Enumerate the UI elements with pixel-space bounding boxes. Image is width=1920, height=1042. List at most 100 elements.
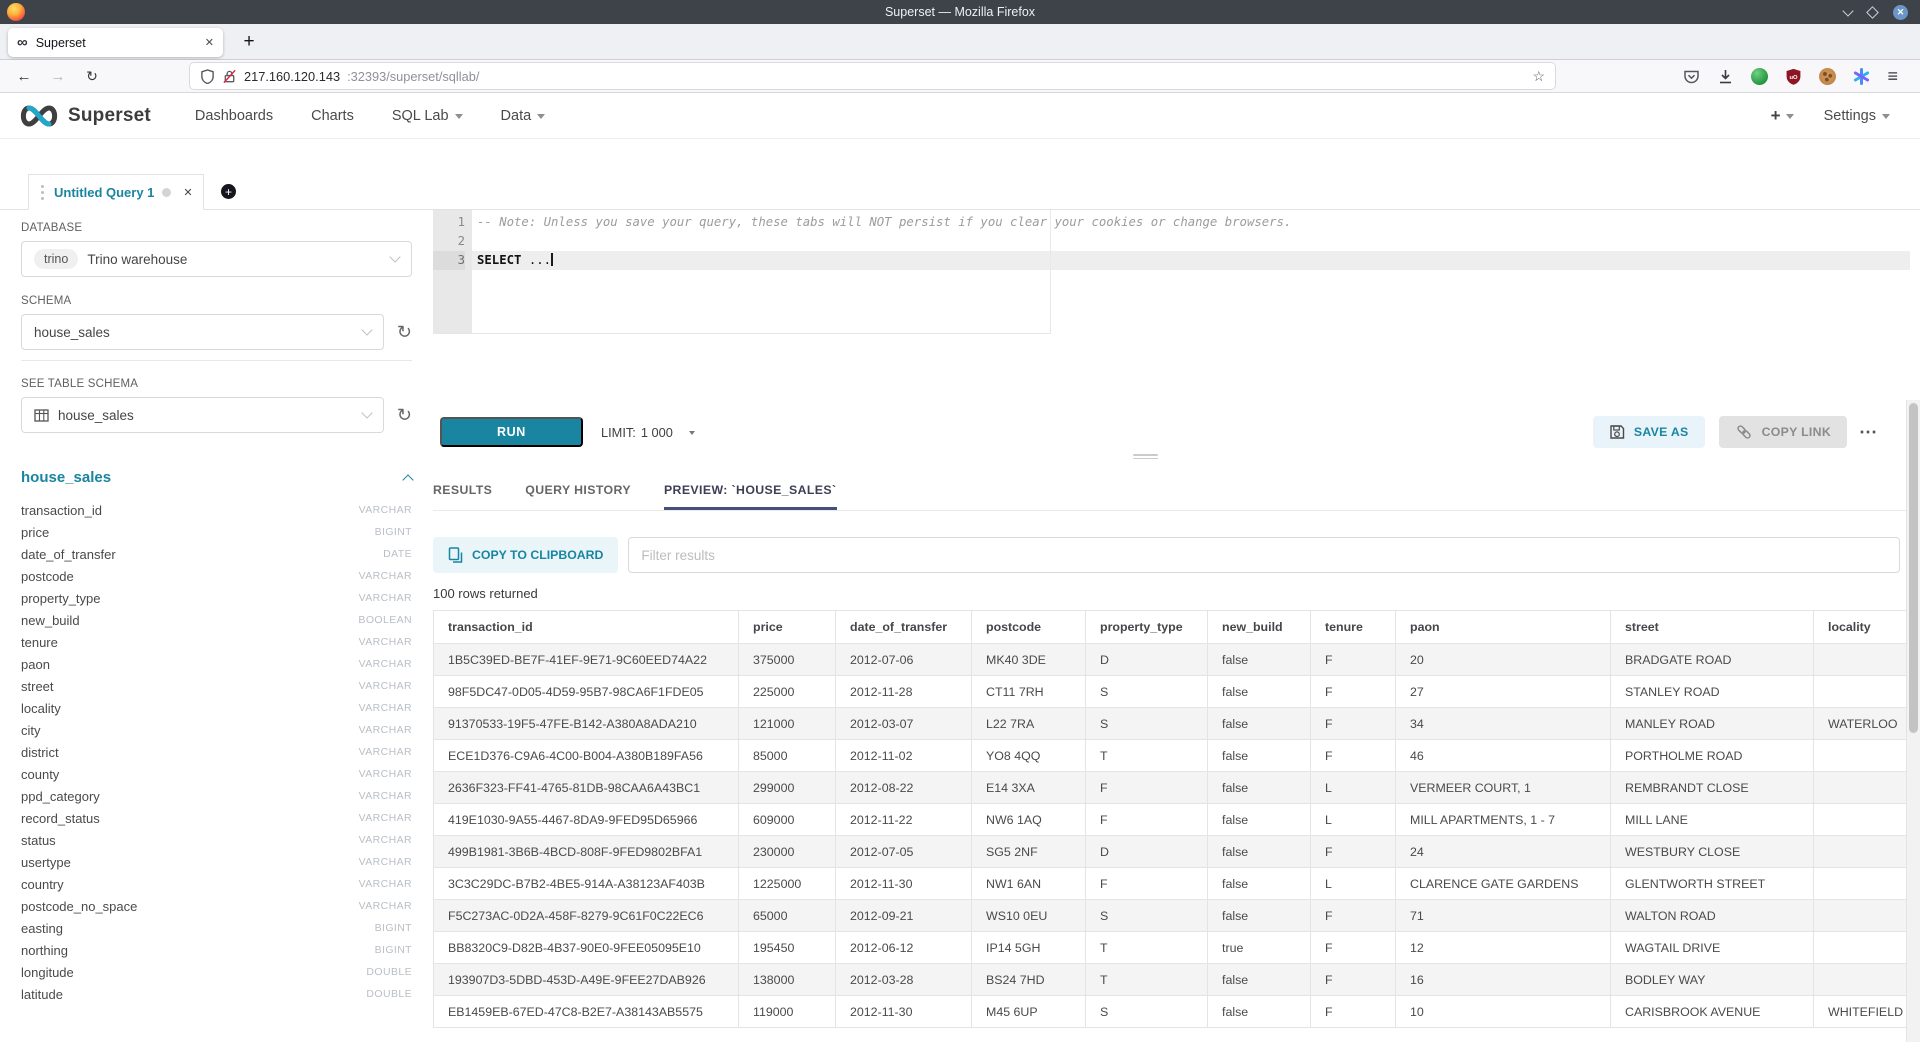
cookie-icon[interactable] [1819, 68, 1836, 85]
query-tab-close-icon[interactable]: ✕ [183, 186, 192, 199]
table-schema-value: house_sales [58, 408, 134, 423]
table-cell: false [1208, 836, 1311, 868]
tab-close-icon[interactable]: ✕ [205, 36, 214, 49]
close-window-icon[interactable]: ✕ [1893, 5, 1908, 20]
editor-code[interactable]: -- Note: Unless you save your query, the… [472, 210, 1910, 333]
filter-results-input[interactable] [628, 537, 1900, 573]
column-header-new_build[interactable]: new_build [1208, 611, 1311, 644]
nav-item-label: SQL Lab [392, 108, 449, 124]
maximize-icon[interactable] [1866, 6, 1879, 19]
bookmark-star-icon[interactable]: ☆ [1532, 68, 1545, 85]
run-button[interactable]: RUN [440, 417, 583, 447]
sql-editor[interactable]: 123 -- Note: Unless you save your query,… [433, 210, 1910, 333]
caret-down-icon [537, 114, 545, 119]
drag-handle-icon[interactable] [41, 191, 44, 194]
column-name: locality [21, 701, 61, 716]
table-cell: 2012-07-06 [836, 644, 972, 676]
table-cell: false [1208, 740, 1311, 772]
extension-green-icon[interactable] [1751, 68, 1768, 85]
column-header-transaction_id[interactable]: transaction_id [434, 611, 739, 644]
table-cell: 193907D3-5DBD-453D-A49E-9FEE27DAB926 [434, 964, 739, 996]
collapse-chevron-icon[interactable] [402, 474, 413, 485]
nav-item-dashboards[interactable]: Dashboards [195, 108, 273, 124]
nav-item-data[interactable]: Data [501, 108, 546, 124]
forward-icon: → [46, 60, 70, 92]
gutter-line-number: 2 [433, 232, 465, 251]
column-header-street[interactable]: street [1611, 611, 1814, 644]
table-cell: false [1208, 708, 1311, 740]
hamburger-menu-icon[interactable]: ≡ [1887, 66, 1898, 87]
table-cell: IP14 5GH [972, 932, 1086, 964]
copy-link-button[interactable]: COPY LINK [1719, 416, 1847, 448]
shield-icon[interactable] [200, 69, 215, 84]
scrollbar-thumb[interactable] [1909, 403, 1918, 733]
column-list-item: tenureVARCHAR [21, 631, 412, 653]
browser-tab[interactable]: ∞ Superset ✕ [8, 28, 223, 57]
extension-burst-icon[interactable] [1853, 68, 1870, 85]
save-as-label: SAVE AS [1634, 425, 1689, 439]
column-header-postcode[interactable]: postcode [972, 611, 1086, 644]
results-tab-query-history[interactable]: QUERY HISTORY [525, 466, 631, 510]
column-header-paon[interactable]: paon [1396, 611, 1611, 644]
column-header-property_type[interactable]: property_type [1086, 611, 1208, 644]
column-header-tenure[interactable]: tenure [1311, 611, 1396, 644]
vertical-scrollbar[interactable] [1906, 400, 1920, 1042]
table-cell: M45 6UP [972, 996, 1086, 1028]
download-icon[interactable] [1717, 68, 1734, 85]
pane-splitter-handle[interactable] [1133, 452, 1158, 461]
table-cell: MILL LANE [1611, 804, 1814, 836]
refresh-schema-icon[interactable]: ↻ [397, 323, 412, 341]
superset-favicon-icon: ∞ [17, 35, 28, 50]
schema-select[interactable]: house_sales [21, 314, 384, 350]
row-count-text: 100 rows returned [433, 586, 1906, 601]
column-header-locality[interactable]: locality [1814, 611, 1907, 644]
add-new-button[interactable]: + [1771, 106, 1794, 126]
table-cell: 85000 [739, 740, 836, 772]
table-schema-select[interactable]: house_sales [21, 397, 384, 433]
table-row: EB1459EB-67ED-47C8-B2E7-A38143AB55751190… [434, 996, 1907, 1028]
chevron-down-icon [361, 324, 372, 335]
query-tab[interactable]: Untitled Query 1 ✕ [28, 174, 204, 210]
pocket-icon[interactable] [1683, 68, 1700, 85]
window-titlebar: Superset — Mozilla Firefox ✕ [0, 0, 1920, 24]
database-select[interactable]: trino Trino warehouse [21, 241, 412, 277]
column-type: VARCHAR [359, 768, 412, 780]
more-options-icon[interactable]: ⋯ [1859, 422, 1878, 443]
column-name: longitude [21, 965, 74, 980]
limit-dropdown[interactable]: LIMIT: 1 000 [601, 425, 695, 440]
table-cell: 2012-06-12 [836, 932, 972, 964]
insecure-lock-icon[interactable] [222, 69, 237, 84]
column-list-item: countryVARCHAR [21, 873, 412, 895]
add-query-tab-button[interactable]: + [221, 184, 236, 199]
table-cell: F [1311, 932, 1396, 964]
url-path: :32393/superset/sqllab/ [347, 69, 479, 84]
sql-toolbar: RUN LIMIT: 1 000 SAVE AS COPY LINK ⋯ [433, 404, 1906, 460]
url-bar[interactable]: 217.160.120.143:32393/superset/sqllab/ ☆ [190, 63, 1555, 89]
new-tab-button[interactable]: + [236, 29, 262, 55]
table-cell: 138000 [739, 964, 836, 996]
table-row: 1B5C39ED-BE7F-41EF-9E71-9C60EED74A223750… [434, 644, 1907, 676]
column-header-price[interactable]: price [739, 611, 836, 644]
nav-item-sql-lab[interactable]: SQL Lab [392, 108, 463, 124]
copy-to-clipboard-button[interactable]: COPY TO CLIPBOARD [433, 537, 618, 573]
ublock-icon[interactable]: uO [1785, 68, 1802, 85]
minimize-icon[interactable] [1842, 5, 1853, 16]
table-cell: 121000 [739, 708, 836, 740]
table-cell: E14 3XA [972, 772, 1086, 804]
column-type: VARCHAR [359, 790, 412, 802]
sql-text: ... [521, 253, 551, 267]
reload-icon[interactable]: ↻ [80, 60, 104, 92]
table-cell: L [1311, 772, 1396, 804]
refresh-table-icon[interactable]: ↻ [397, 406, 412, 424]
back-icon[interactable]: ← [12, 60, 36, 92]
settings-menu[interactable]: Settings [1824, 108, 1890, 124]
save-as-button[interactable]: SAVE AS [1593, 416, 1705, 448]
results-tab-preview-house_sales[interactable]: PREVIEW: `HOUSE_SALES` [664, 466, 837, 510]
column-name: city [21, 723, 41, 738]
gutter-line-number: 3 [433, 251, 465, 270]
column-header-date_of_transfer[interactable]: date_of_transfer [836, 611, 972, 644]
table-cell: WALTON ROAD [1611, 900, 1814, 932]
table-cell: 2012-03-28 [836, 964, 972, 996]
results-tab-results[interactable]: RESULTS [433, 466, 492, 510]
nav-item-charts[interactable]: Charts [311, 108, 354, 124]
